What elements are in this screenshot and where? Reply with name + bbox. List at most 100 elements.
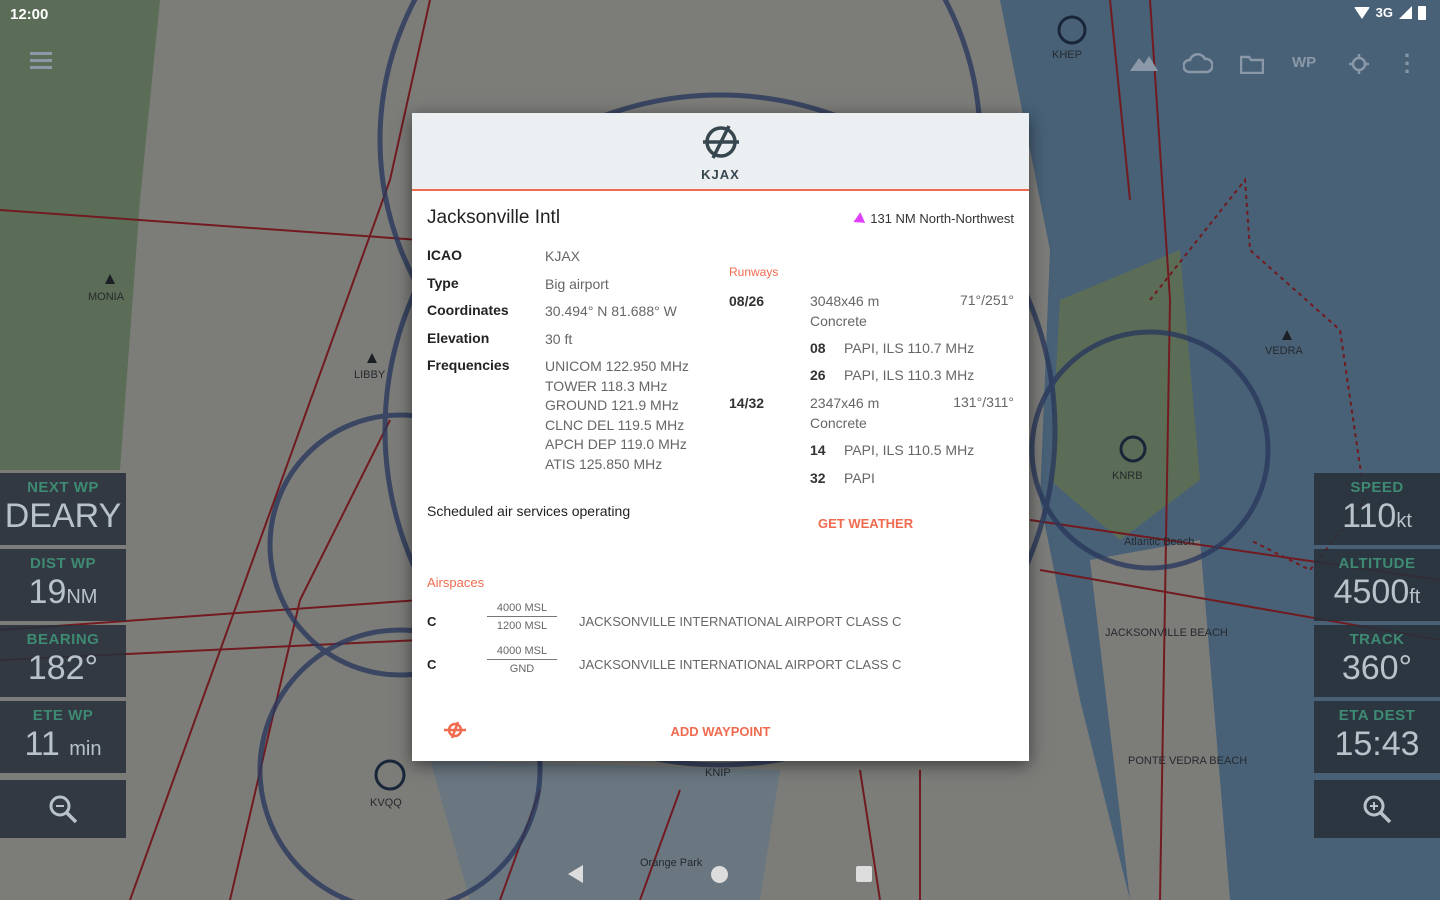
- runway-end-info: PAPI, ILS 110.5 MHz: [844, 442, 975, 458]
- signal-icon: [1399, 6, 1412, 19]
- runway-size: 3048x46 m: [810, 293, 880, 309]
- airspace-upper: 4000 MSL: [487, 645, 557, 660]
- speed-panel[interactable]: SPEED 110kt: [1314, 473, 1440, 545]
- type-key: Type: [427, 275, 459, 291]
- dist-wp-value: 19: [28, 573, 67, 611]
- dialog-icao: KJAX: [701, 167, 740, 182]
- airspace-class: C: [427, 657, 437, 672]
- services-text: Scheduled air services operating: [427, 503, 631, 519]
- coordinates-value: 30.494° N 81.688° W: [545, 303, 677, 319]
- airport-info-dialog: KJAX Jacksonville Intl 131 NM North-Nort…: [412, 113, 1029, 761]
- frequencies-list: UNICOM 122.950 MHz TOWER 118.3 MHz GROUN…: [545, 357, 715, 474]
- altitude-value: 4500: [1333, 573, 1410, 611]
- altitude-unit: ft: [1409, 586, 1421, 608]
- speed-value: 110: [1342, 497, 1397, 535]
- frequency-item: GROUND 121.9 MHz: [545, 397, 679, 413]
- ete-wp-label: ETE WP: [32, 707, 94, 724]
- runway-surface: Concrete: [810, 415, 867, 431]
- waypoint-button[interactable]: WP: [1292, 54, 1316, 71]
- next-wp-value: DEARY: [4, 497, 122, 535]
- frequency-item: TOWER 118.3 MHz: [545, 377, 668, 394]
- next-wp-label: NEXT WP: [27, 479, 99, 496]
- track-value: 360°: [1341, 649, 1413, 687]
- runway-id: 14/32: [729, 395, 765, 411]
- wifi-icon: [1353, 6, 1370, 19]
- runway-end-info: PAPI, ILS 110.3 MHz: [844, 367, 975, 383]
- airspace-name: JACKSONVILLE INTERNATIONAL AIRPORT CLASS…: [579, 614, 902, 629]
- airport-icon: [702, 125, 739, 159]
- runway-end-id: 14: [810, 442, 826, 458]
- frequency-item: CLNC DEL 119.5 MHz: [545, 416, 685, 433]
- runway-end-id: 32: [810, 470, 826, 486]
- runway-end-row: 08 PAPI, ILS 110.7 MHz: [810, 340, 974, 356]
- track-label: TRACK: [1349, 631, 1405, 648]
- runway-end-id: 26: [810, 367, 826, 383]
- bearing-value: 182°: [27, 649, 99, 687]
- home-icon[interactable]: [711, 866, 728, 883]
- terrain-icon[interactable]: [1130, 54, 1158, 72]
- more-options-icon[interactable]: · · ·: [1404, 45, 1411, 83]
- frequency-item: APCH DEP 119.0 MHz: [545, 436, 687, 452]
- runway-id: 08/26: [729, 293, 765, 309]
- airspace-lower: 1200 MSL: [496, 620, 548, 632]
- zoom-button-right[interactable]: [1314, 780, 1440, 838]
- folder-icon[interactable]: [1240, 54, 1264, 74]
- frequencies-key: Frequencies: [427, 357, 510, 373]
- airspaces-title: Airspaces: [427, 575, 485, 590]
- icao-value: KJAX: [545, 248, 581, 264]
- dist-wp-unit: NM: [66, 586, 98, 608]
- zoom-button-left[interactable]: [0, 780, 126, 838]
- runway-end-info: PAPI, ILS 110.7 MHz: [844, 340, 975, 356]
- cloud-icon[interactable]: [1183, 52, 1213, 74]
- bearing-info: 131 NM North-Northwest: [853, 211, 1014, 228]
- runway-heading: 131°/311°: [953, 394, 1014, 410]
- airspace-name: JACKSONVILLE INTERNATIONAL AIRPORT CLASS…: [579, 657, 902, 672]
- ete-wp-value: 11: [24, 725, 60, 763]
- dist-wp-panel[interactable]: DIST WP 19NM: [0, 549, 126, 621]
- speed-unit: kt: [1396, 510, 1412, 532]
- ete-wp-panel[interactable]: ETE WP 11 min: [0, 701, 126, 773]
- runway-end-row: 32 PAPI: [810, 470, 875, 486]
- status-time: 12:00: [10, 6, 49, 23]
- runway-size: 2347x46 m: [810, 395, 880, 411]
- status-icons: 3G: [1353, 5, 1426, 20]
- get-weather-button[interactable]: GET WEATHER: [818, 516, 913, 531]
- frequency-item: ATIS 125.850 MHz: [545, 455, 663, 472]
- elevation-value: 30 ft: [545, 331, 573, 347]
- zoom-in-icon: [1363, 795, 1392, 824]
- eta-dest-value: 15:43: [1334, 725, 1420, 763]
- airspace-lower: GND: [509, 663, 535, 675]
- runway-heading: 71°/251°: [959, 292, 1014, 308]
- airspace-limits: 4000 MSL 1200 MSL: [487, 602, 557, 632]
- speed-label: SPEED: [1350, 479, 1404, 496]
- dist-wp-label: DIST WP: [30, 555, 96, 572]
- altitude-panel[interactable]: ALTITUDE 4500ft: [1314, 549, 1440, 621]
- airspace-row[interactable]: C 4000 MSL 1200 MSL JACKSONVILLE INTERNA…: [427, 602, 1007, 642]
- coordinates-key: Coordinates: [427, 302, 509, 318]
- gps-icon[interactable]: [1348, 53, 1370, 75]
- airspace-row[interactable]: C 4000 MSL GND JACKSONVILLE INTERNATIONA…: [427, 645, 1007, 685]
- icao-key: ICAO: [427, 247, 462, 263]
- bearing-text: 131 NM North-Northwest: [870, 211, 1014, 226]
- battery-icon: [1418, 5, 1426, 20]
- eta-dest-panel[interactable]: ETA DEST 15:43: [1314, 701, 1440, 773]
- zoom-icon: [49, 795, 78, 824]
- menu-icon[interactable]: [30, 52, 52, 73]
- add-waypoint-button[interactable]: ADD WAYPOINT: [412, 724, 1029, 739]
- network-type: 3G: [1375, 5, 1393, 20]
- runway-end-info: PAPI: [844, 470, 875, 486]
- runway-dims: 2347x46 m Concrete: [810, 393, 879, 433]
- bearing-panel[interactable]: BEARING 182°: [0, 625, 126, 697]
- back-icon[interactable]: [568, 865, 583, 883]
- airspace-limits: 4000 MSL GND: [487, 645, 557, 675]
- system-nav-bar: [0, 850, 1440, 900]
- runway-surface: Concrete: [810, 313, 867, 329]
- runway-end-id: 08: [810, 340, 826, 356]
- next-wp-panel[interactable]: NEXT WP DEARY: [0, 473, 126, 545]
- altitude-label: ALTITUDE: [1338, 555, 1416, 572]
- ete-wp-unit: min: [69, 738, 102, 760]
- recent-apps-icon[interactable]: [856, 866, 872, 882]
- track-panel[interactable]: TRACK 360°: [1314, 625, 1440, 697]
- type-value: Big airport: [545, 276, 609, 292]
- bearing-label: BEARING: [26, 631, 100, 648]
